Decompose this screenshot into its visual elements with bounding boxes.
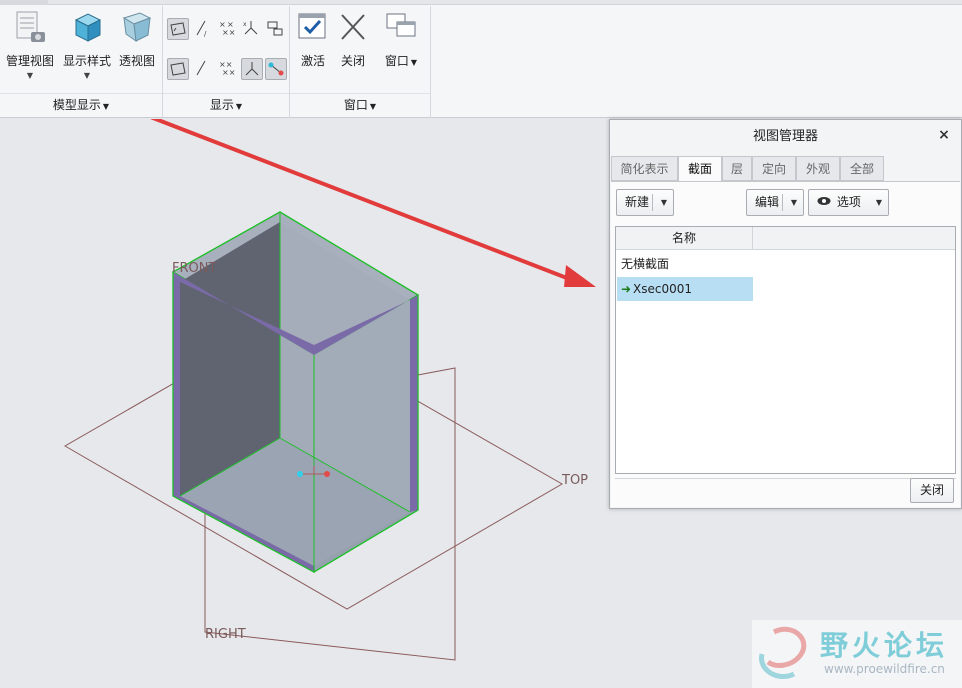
tab-appearance[interactable]: 外观 xyxy=(796,156,840,181)
spin-center-marker xyxy=(297,471,303,477)
axis-display-icon: / xyxy=(196,20,207,38)
dialog-title[interactable]: 视图管理器 xyxy=(610,120,961,153)
group-label-model-display[interactable]: 模型显示 ▼ xyxy=(0,96,162,113)
display-style-button[interactable]: 显示样式 ▼ xyxy=(60,10,114,90)
point-display-icon: × ××× xyxy=(219,20,235,37)
group-model-display: 管理视图 ▼ 显示样式 ▼ 透视图 模型显示 ▼ xyxy=(0,6,163,118)
manage-views-label: 管理视图 xyxy=(5,54,54,68)
watermark-text: 野火论坛 xyxy=(820,629,949,662)
annotation-display-toggle[interactable] xyxy=(265,18,287,40)
display-style-icon xyxy=(70,10,104,44)
display-style-label: 显示样式 xyxy=(62,54,111,68)
perspective-icon xyxy=(120,10,154,44)
forum-logo-icon xyxy=(759,626,807,679)
plane-display-toggle[interactable] xyxy=(167,18,189,40)
list-item[interactable]: 无横截面 xyxy=(617,252,669,276)
point-tag-toggle[interactable]: ×× ×× xyxy=(217,58,239,80)
csys-display-toggle[interactable]: x xyxy=(241,18,263,40)
list-item[interactable]: ➜ Xsec0001 xyxy=(617,277,753,301)
close-window-label: 关闭 xyxy=(340,54,365,68)
watermark: 野火论坛 www.proewildfire.cn xyxy=(752,620,962,688)
axis-tag-icon xyxy=(196,60,206,76)
group-show: / × × ×× x ×× ×× 显示 ▼ xyxy=(163,6,290,118)
annotation-display-icon xyxy=(267,21,283,36)
sections-list[interactable]: 名称 无横截面 ➜ Xsec0001 xyxy=(615,226,956,474)
watermark-url: www.proewildfire.cn xyxy=(824,662,945,676)
close-window-icon xyxy=(336,10,370,44)
point-display-toggle[interactable]: × × ×× xyxy=(217,18,239,40)
perspective-button[interactable]: 透视图 xyxy=(110,10,164,90)
list-header: 名称 xyxy=(616,227,955,250)
close-button[interactable]: 关闭 xyxy=(910,478,954,503)
box-wall-rim-left xyxy=(173,272,180,496)
axis-display-toggle[interactable]: / xyxy=(193,18,215,40)
manage-views-icon xyxy=(13,10,47,44)
tab-layers[interactable]: 层 xyxy=(722,156,752,181)
options-button[interactable]: 选项 ▼ xyxy=(808,189,889,216)
tab-all[interactable]: 全部 xyxy=(840,156,884,181)
plane-label-front: FRONT xyxy=(172,261,217,276)
tab-sections[interactable]: 截面 xyxy=(678,156,722,182)
svg-text:/: / xyxy=(204,30,207,38)
manage-views-button[interactable]: 管理视图 ▼ xyxy=(3,10,57,90)
column-header-name[interactable]: 名称 xyxy=(616,227,753,249)
svg-text:××: ×× xyxy=(222,68,235,77)
spin-center-icon xyxy=(268,62,284,76)
new-button[interactable]: 新建 ▼ xyxy=(616,189,674,216)
chevron-down-icon: ▼ xyxy=(83,71,91,80)
svg-text:××: ×× xyxy=(222,28,235,37)
annotation-arrow-head xyxy=(564,265,596,287)
eye-icon xyxy=(817,190,833,215)
chevron-down-icon: ▼ xyxy=(875,198,882,207)
activate-icon xyxy=(296,10,330,44)
close-icon[interactable]: × xyxy=(937,128,951,142)
plane-tag-toggle[interactable] xyxy=(167,58,189,80)
arrow-right-icon: ➜ xyxy=(621,282,632,296)
group-label-show[interactable]: 显示 ▼ xyxy=(163,96,289,113)
csys-tag-icon xyxy=(245,62,259,76)
ribbon-tab-stub[interactable] xyxy=(0,0,48,5)
plane-display-icon xyxy=(170,22,186,36)
plane-label-top: TOP xyxy=(562,473,589,488)
windows-label: 窗口 ▼ xyxy=(384,54,418,68)
ribbon: 管理视图 ▼ 显示样式 ▼ 透视图 模型显示 ▼ / × × ×× x ×× ×… xyxy=(0,0,962,118)
csys-tag-toggle[interactable] xyxy=(241,58,263,80)
svg-text:x: x xyxy=(243,21,247,28)
chevron-down-icon: ▼ xyxy=(790,198,797,207)
ribbon-top-strip xyxy=(0,0,962,5)
group-window: 激活 关闭 窗口 ▼ 窗口 ▼ xyxy=(290,6,431,118)
view-manager-dialog: 视图管理器 × 简化表示 截面 层 定向 外观 全部 新建 ▼ 编辑 ▼ 选项 … xyxy=(609,119,962,509)
windows-button[interactable]: 窗口 ▼ xyxy=(376,10,426,90)
group-label-window[interactable]: 窗口 ▼ xyxy=(290,96,430,113)
chevron-down-icon: ▼ xyxy=(660,198,667,207)
chevron-down-icon: ▼ xyxy=(26,71,34,80)
spin-center-toggle[interactable] xyxy=(265,58,287,80)
axis-tag-toggle[interactable] xyxy=(193,58,215,80)
tab-simplified-rep[interactable]: 简化表示 xyxy=(611,156,678,181)
point-tag-icon: ×××× xyxy=(219,60,235,77)
windows-icon xyxy=(384,10,418,44)
plane-tag-icon xyxy=(170,62,186,76)
tab-orient[interactable]: 定向 xyxy=(752,156,796,181)
sections-tab-panel: 新建 ▼ 编辑 ▼ 选项 ▼ 名称 无横截面 ➜ Xsec0001 关闭 xyxy=(611,181,960,507)
perspective-label: 透视图 xyxy=(118,54,155,68)
box-wall-rim-right xyxy=(410,295,418,512)
plane-label-right: RIGHT xyxy=(205,627,246,642)
close-window-button[interactable]: 关闭 xyxy=(326,10,380,90)
csys-display-icon: x xyxy=(243,21,258,35)
edit-button[interactable]: 编辑 ▼ xyxy=(746,189,804,216)
